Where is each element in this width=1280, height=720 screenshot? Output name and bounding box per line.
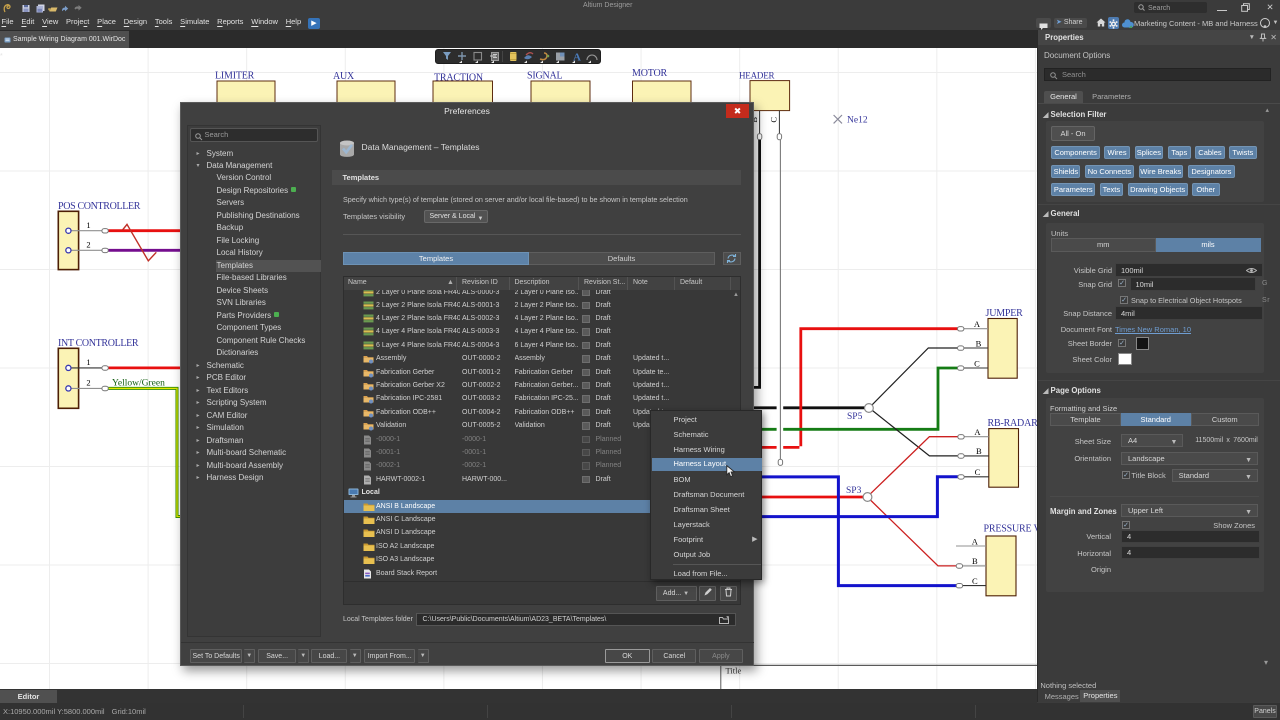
svg-text:HEADER: HEADER (739, 70, 774, 80)
svg-text:2: 2 (86, 378, 90, 388)
svg-text:POS CONTROLLER: POS CONTROLLER (58, 201, 141, 212)
svg-text:1: 1 (86, 220, 90, 230)
svg-text:MOTOR: MOTOR (632, 68, 667, 79)
svg-text:SP5: SP5 (847, 412, 863, 422)
svg-text:2: 2 (86, 240, 90, 250)
svg-text:B: B (972, 556, 978, 566)
svg-text:B: B (976, 446, 982, 456)
svg-text:Title: Title (726, 666, 742, 676)
svg-text:B: B (976, 338, 982, 348)
svg-text:C: C (974, 358, 980, 368)
svg-text:LIMITER: LIMITER (215, 70, 255, 81)
svg-text:C: C (975, 467, 981, 477)
svg-text:SP3: SP3 (846, 486, 862, 496)
svg-text:RB-RADAR C: RB-RADAR C (988, 418, 1038, 429)
svg-text:A: A (974, 319, 981, 329)
svg-text:A: A (972, 536, 979, 546)
svg-text:PRESSURE VALVE: PRESSURE VALVE (984, 523, 1038, 534)
svg-text:INT CONTROLLER: INT CONTROLLER (58, 338, 139, 349)
svg-text:C: C (769, 117, 779, 123)
svg-text:Ne12: Ne12 (847, 116, 868, 126)
svg-text:Yellow/Green: Yellow/Green (112, 378, 165, 388)
svg-text:1: 1 (86, 357, 90, 367)
svg-text:C: C (972, 576, 978, 586)
svg-text:TRACTION: TRACTION (434, 73, 483, 84)
svg-text:SIGNAL: SIGNAL (527, 70, 563, 81)
svg-text:AUX: AUX (333, 71, 355, 82)
svg-text:A: A (974, 427, 981, 437)
svg-text:JUMPER: JUMPER (986, 308, 1024, 319)
